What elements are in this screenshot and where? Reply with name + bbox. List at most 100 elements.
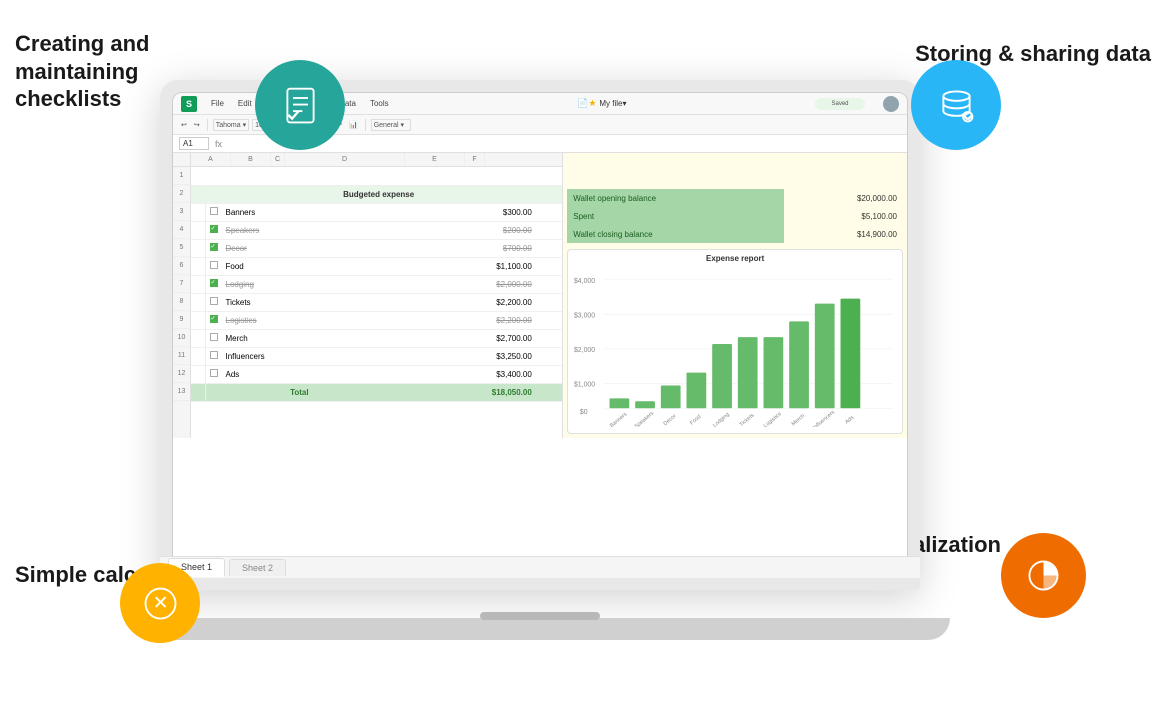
bar-tickets — [738, 337, 758, 408]
total-row: Total $18,050.00 — [191, 383, 562, 401]
svg-text:Merch: Merch — [791, 413, 806, 427]
amount-decor: $700.00 — [377, 239, 536, 257]
laptop-base — [130, 618, 950, 640]
data-area: 1 2 3 4 5 6 7 8 9 10 11 12 13 — [173, 153, 907, 438]
label-influencers: Influencers — [222, 347, 378, 365]
row-1: 1 — [173, 167, 190, 185]
svg-text:Banners: Banners — [609, 411, 629, 427]
checkbox-influencers[interactable] — [210, 351, 218, 359]
checkbox-merch[interactable] — [210, 333, 218, 341]
menu-edit[interactable]: Edit — [238, 99, 252, 108]
cell-reference[interactable]: A1 — [179, 137, 209, 150]
bar-chart-svg: $4,000 $3,000 $2,000 $1,000 $0 — [572, 267, 898, 427]
svg-text:✕: ✕ — [152, 592, 168, 613]
col-f: F — [465, 153, 485, 166]
total-label: Total — [222, 383, 378, 401]
label-food: Food — [222, 257, 378, 275]
row-10: 10 — [173, 329, 190, 347]
row-9: 9 — [173, 311, 190, 329]
fx-label: fx — [215, 139, 222, 149]
svg-text:$0: $0 — [580, 409, 588, 416]
row-11: 11 — [173, 347, 190, 365]
format-select[interactable]: General ▾ — [371, 119, 411, 131]
wallet-row-spent: Spent $5,100.00 — [567, 207, 903, 225]
table-row: Decor $700.00 — [191, 239, 562, 257]
wallet-spent-value: $5,100.00 — [784, 207, 903, 225]
bar-lodging — [712, 344, 732, 408]
checklist-circle-icon — [255, 60, 345, 150]
label-merch: Merch — [222, 329, 378, 347]
col-c: C — [271, 153, 285, 166]
table-row: Influencers $3,250.00 — [191, 347, 562, 365]
checkbox-lodging[interactable] — [210, 279, 218, 287]
expense-chart: Expense report $4,000 $3,000 $2,000 $1,0… — [567, 249, 903, 434]
table-row: Speakers $200.00 — [191, 221, 562, 239]
col-b: B — [231, 153, 271, 166]
save-status: Saved — [815, 98, 865, 110]
redo-btn[interactable]: ↪ — [192, 120, 202, 130]
row-4: 4 — [173, 221, 190, 239]
label-ads: Ads — [222, 365, 378, 383]
svg-text:Logistics: Logistics — [763, 411, 783, 427]
amount-ads: $3,400.00 — [377, 365, 536, 383]
laptop-screen: S File Edit Insert Format Data Tools 📄 ★… — [172, 92, 908, 578]
font-select[interactable]: Tahoma ▾ — [213, 119, 249, 131]
bar-banners — [610, 398, 630, 408]
user-avatar — [883, 96, 899, 112]
amount-merch: $2,700.00 — [377, 329, 536, 347]
checkbox-tickets[interactable] — [210, 297, 218, 305]
table-row: Ads $3,400.00 — [191, 365, 562, 383]
checkbox-ads[interactable] — [210, 369, 218, 377]
tab-sheet2[interactable]: Sheet 2 — [229, 559, 286, 576]
amount-speakers: $200.00 — [377, 221, 536, 239]
wallet-closing-label: Wallet closing balance — [567, 225, 784, 243]
label-speakers: Speakers — [222, 221, 378, 239]
expense-table: Budgeted expense Banners $300.00 — [191, 167, 562, 402]
laptop-body: S File Edit Insert Format Data Tools 📄 ★… — [160, 80, 920, 590]
col-a: A — [191, 153, 231, 166]
bar-influencers — [815, 304, 835, 409]
row-13: 13 — [173, 383, 190, 401]
undo-btn[interactable]: ↩ — [179, 120, 189, 130]
table-row: Lodging $2,000.00 — [191, 275, 562, 293]
database-circle-icon — [911, 60, 1001, 150]
wallet-closing-value: $14,900.00 — [784, 225, 903, 243]
col-e: E — [405, 153, 465, 166]
svg-text:Influencers: Influencers — [812, 409, 836, 427]
svg-text:Lodging: Lodging — [712, 412, 731, 427]
bar-decor — [661, 385, 681, 408]
total-amount: $18,050.00 — [377, 383, 536, 401]
table-row: Banners $300.00 — [191, 203, 562, 221]
table-header-row: Budgeted expense — [191, 185, 562, 203]
amount-tickets: $2,200.00 — [377, 293, 536, 311]
menu-tools[interactable]: Tools — [370, 99, 389, 108]
amount-logistics: $2,200.00 — [377, 311, 536, 329]
svg-text:$4,000: $4,000 — [574, 278, 595, 285]
right-panel: Wallet opening balance $20,000.00 Spent … — [563, 153, 907, 438]
row-2: 2 — [173, 185, 190, 203]
amount-banners: $300.00 — [377, 203, 536, 221]
row-12: 12 — [173, 365, 190, 383]
svg-text:Speakers: Speakers — [634, 410, 656, 427]
bar-ads — [841, 299, 861, 409]
checkbox-banners[interactable] — [210, 207, 218, 215]
wallet-row-opening: Wallet opening balance $20,000.00 — [567, 189, 903, 207]
amount-lodging: $2,000.00 — [377, 275, 536, 293]
table-row: Logistics $2,200.00 — [191, 311, 562, 329]
amount-influencers: $3,250.00 — [377, 347, 536, 365]
calculator-circle-icon: ✕ — [120, 563, 200, 643]
label-lodging: Lodging — [222, 275, 378, 293]
sheets-logo: S — [181, 96, 197, 112]
menu-file[interactable]: File — [211, 99, 224, 108]
chart-btn[interactable]: 📊 — [347, 120, 360, 130]
label-decor: Decor — [222, 239, 378, 257]
bar-logistics — [764, 337, 784, 408]
checkbox-speakers[interactable] — [210, 225, 218, 233]
bar-merch — [789, 321, 809, 408]
spreadsheet: S File Edit Insert Format Data Tools 📄 ★… — [173, 93, 907, 577]
checkbox-logistics[interactable] — [210, 315, 218, 323]
svg-text:Food: Food — [689, 414, 702, 427]
checkbox-food[interactable] — [210, 261, 218, 269]
checkbox-decor[interactable] — [210, 243, 218, 251]
amount-food: $1,100.00 — [377, 257, 536, 275]
